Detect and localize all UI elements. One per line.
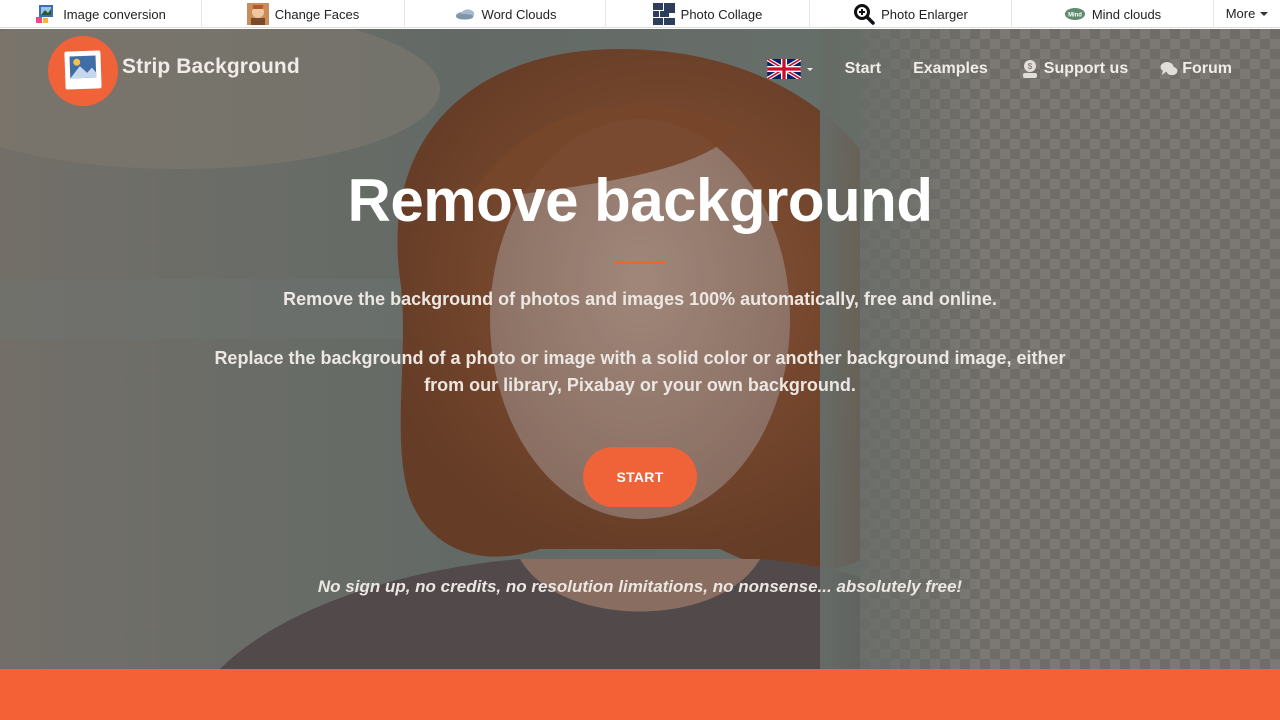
tool-label: Photo Collage: [680, 6, 763, 22]
face-icon: [246, 3, 269, 25]
tool-image-conversion[interactable]: Image conversion: [0, 0, 202, 28]
tool-photo-enlarger[interactable]: Photo Enlarger: [810, 0, 1012, 28]
hero-tagline: No sign up, no credits, no resolution li…: [317, 577, 963, 596]
tool-change-faces[interactable]: Change Faces: [202, 0, 405, 28]
orange-section-band: [0, 669, 1280, 720]
tool-label: Word Clouds: [481, 6, 557, 22]
nav-label: Forum: [1182, 60, 1232, 77]
nav-menu: Start Examples $ Support us Forum: [766, 57, 1232, 81]
language-selector[interactable]: [766, 59, 813, 79]
caret-down-icon: [1260, 11, 1269, 16]
collage-icon: [652, 3, 675, 25]
magnifier-icon: [853, 4, 875, 25]
hero-subtitle: Remove the background of photos and imag…: [283, 289, 997, 309]
hero-description: Replace the background of a photo or ima…: [214, 348, 1066, 395]
main-nav: Strip Background Start Examples $ Suppor…: [0, 29, 1280, 109]
more-dropdown[interactable]: More: [1214, 0, 1280, 27]
caret-down-icon: [806, 67, 813, 71]
cloud-icon: [454, 4, 476, 24]
uk-flag-icon: [766, 59, 801, 79]
nav-forum[interactable]: Forum: [1160, 60, 1232, 78]
mind-badge-text: Mind: [1068, 12, 1082, 18]
tool-label: Image conversion: [63, 6, 166, 22]
title-divider: [614, 261, 666, 264]
tool-word-clouds[interactable]: Word Clouds: [405, 0, 606, 28]
page-title: Remove background: [347, 167, 933, 234]
tool-photo-collage[interactable]: Photo Collage: [606, 0, 810, 28]
coin-symbol: $: [1028, 62, 1033, 71]
more-label: More: [1225, 6, 1256, 21]
chat-bubbles-icon: [1160, 61, 1178, 77]
image-conversion-icon: [35, 4, 57, 24]
tools-bar: Image conversion Change Faces Word Cloud…: [0, 0, 1280, 28]
tool-label: Photo Enlarger: [881, 6, 968, 22]
coin-user-icon: $: [1020, 59, 1040, 79]
start-button[interactable]: START: [583, 447, 697, 507]
mind-cloud-icon: Mind: [1064, 4, 1086, 24]
nav-examples[interactable]: Examples: [913, 60, 988, 78]
nav-label: Support us: [1043, 60, 1129, 77]
nav-start[interactable]: Start: [845, 60, 881, 78]
tool-label: Change Faces: [274, 6, 360, 22]
tool-mind-clouds[interactable]: Mind Mind clouds: [1012, 0, 1214, 28]
logo-image-icon: [64, 50, 102, 90]
brand-name[interactable]: Strip Background: [122, 55, 300, 79]
tool-label: Mind clouds: [1091, 6, 1162, 22]
logo[interactable]: [48, 36, 118, 106]
nav-support-us[interactable]: $ Support us: [1020, 59, 1128, 79]
hero-section: Strip Background Start Examples $ Suppor…: [0, 29, 1280, 669]
